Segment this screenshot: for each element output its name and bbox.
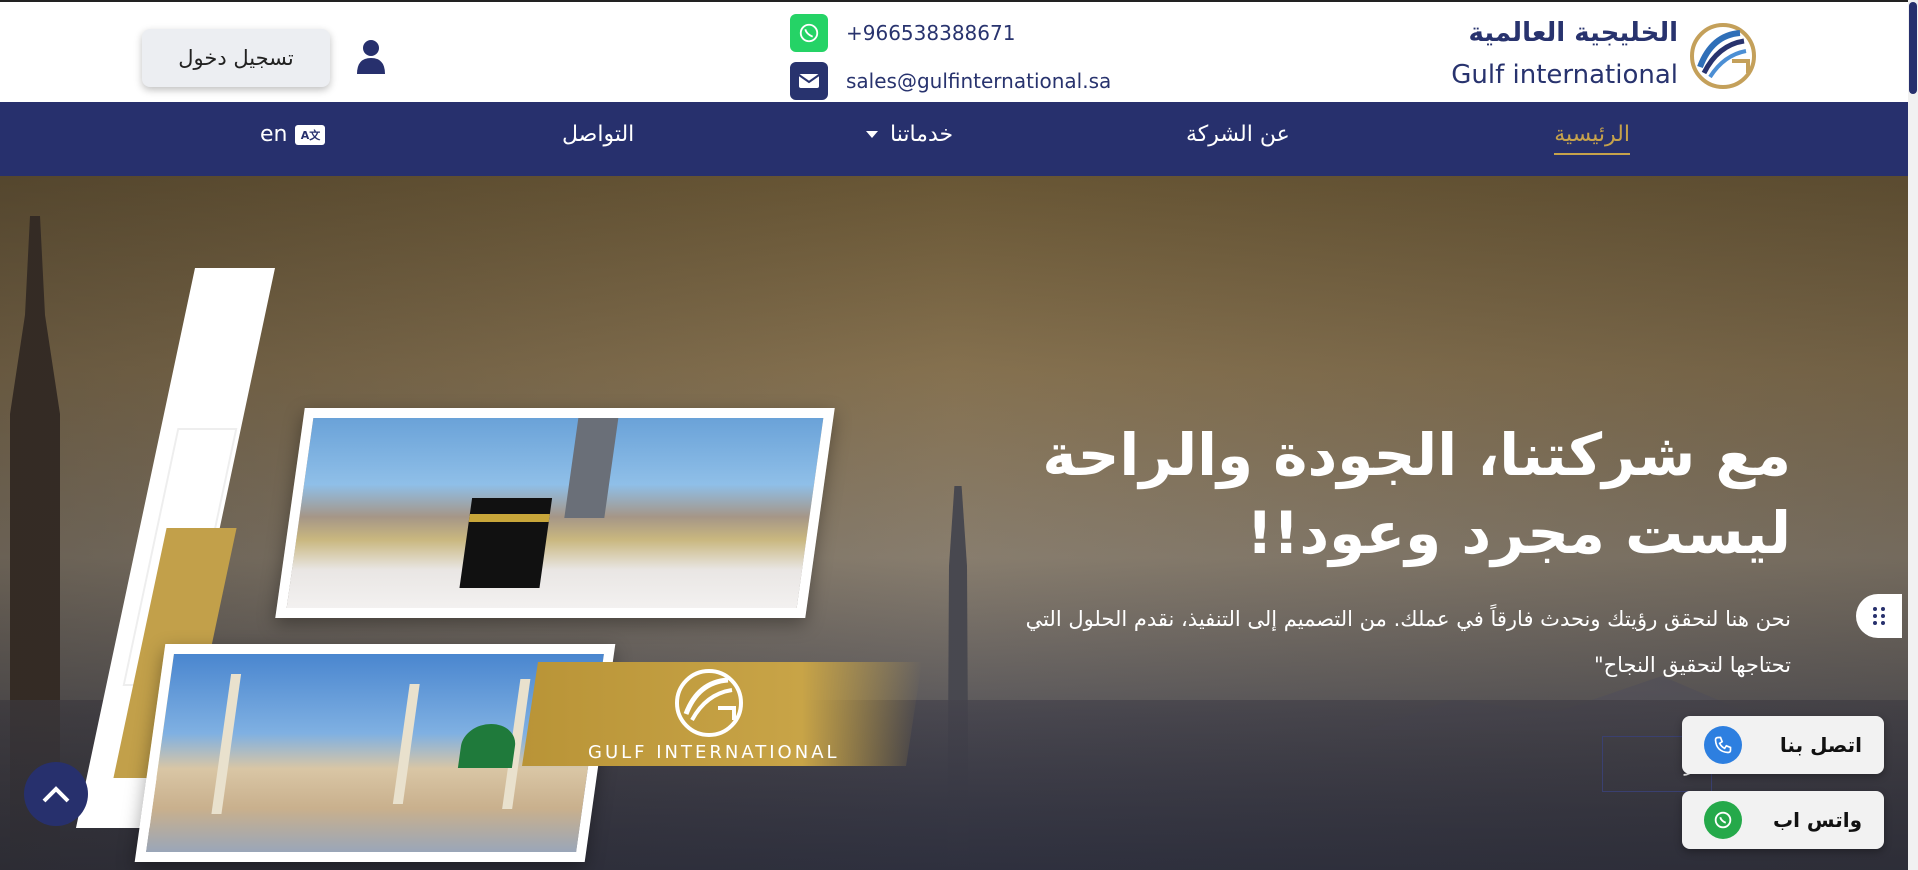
- logo-text-arabic: الخليجية العالمية: [1468, 18, 1679, 48]
- phone-number[interactable]: +966538388671: [846, 21, 1015, 45]
- phone-contact[interactable]: +966538388671: [790, 14, 1015, 52]
- language-icon: A文: [295, 124, 326, 145]
- hero-description: نحن هنا لنحقق رؤيتك ونحدث فارقاً في عملك…: [1025, 607, 1791, 677]
- hero-title-line-1: مع شركتنا، الجودة والراحة: [1042, 421, 1791, 489]
- language-label: en: [260, 122, 288, 147]
- hero-title: مع شركتنا، الجودة والراحة ليست مجرد وعود…: [1031, 416, 1791, 572]
- nav-item-services-label: خدماتنا: [890, 122, 954, 147]
- nav-item-home[interactable]: الرئيسية: [1554, 122, 1630, 155]
- login-button[interactable]: تسجيل دخول: [142, 29, 330, 87]
- minaret-shape: [211, 674, 242, 814]
- nav-item-about[interactable]: عن الشركة: [1186, 122, 1290, 147]
- chevron-up-icon: [42, 786, 70, 803]
- nav-item-contact[interactable]: التواصل: [562, 122, 634, 147]
- whatsapp-button-label: واتس اب: [1773, 808, 1862, 832]
- hero-title-line-2: ليست مجرد وعود!!: [1246, 499, 1791, 567]
- kaaba-photo: [275, 408, 835, 618]
- clock-tower-shape: [564, 418, 619, 518]
- logo-mark-icon: [1690, 23, 1756, 89]
- main-nav: الرئيسية عن الشركة خدماتنا التواصل en A文: [0, 102, 1908, 176]
- top-header: الخليجية العالمية Gulf international +96…: [0, 0, 1908, 102]
- floating-whatsapp-button[interactable]: واتس اب: [1682, 791, 1884, 849]
- nav-item-services[interactable]: خدماتنا: [866, 122, 953, 147]
- hero-section: GULF INTERNATIONAL مع شركتنا، الجودة وال…: [0, 176, 1908, 870]
- page-scrollbar[interactable]: [1908, 0, 1918, 870]
- mail-icon: [790, 62, 828, 100]
- logo-text-english: Gulf international: [1451, 60, 1678, 90]
- caret-down-icon: [866, 131, 878, 138]
- phone-icon: [1704, 726, 1742, 764]
- green-dome-shape: [457, 724, 519, 768]
- floating-call-button[interactable]: اتصل بنا: [1682, 716, 1884, 774]
- whatsapp-icon: [1704, 801, 1742, 839]
- language-switch[interactable]: en A文: [260, 122, 326, 147]
- drag-handle-icon: [1873, 607, 1885, 625]
- side-drawer-handle[interactable]: [1856, 594, 1902, 638]
- site-logo[interactable]: الخليجية العالمية Gulf international: [1438, 16, 1758, 96]
- scroll-to-top-button[interactable]: [24, 762, 88, 826]
- kaaba-band: [468, 514, 550, 522]
- whatsapp-icon: [790, 14, 828, 52]
- kaaba-shape: [459, 498, 553, 588]
- call-button-label: اتصل بنا: [1779, 733, 1862, 757]
- scrollbar-thumb[interactable]: [1909, 2, 1917, 94]
- email-contact[interactable]: sales@gulfinternational.sa: [790, 62, 1111, 100]
- gulf-international-logo-icon: [675, 669, 743, 737]
- email-address[interactable]: sales@gulfinternational.sa: [846, 69, 1111, 93]
- user-icon[interactable]: [355, 38, 387, 74]
- brand-banner-text: GULF INTERNATIONAL: [588, 742, 840, 763]
- minaret-shape: [392, 684, 420, 804]
